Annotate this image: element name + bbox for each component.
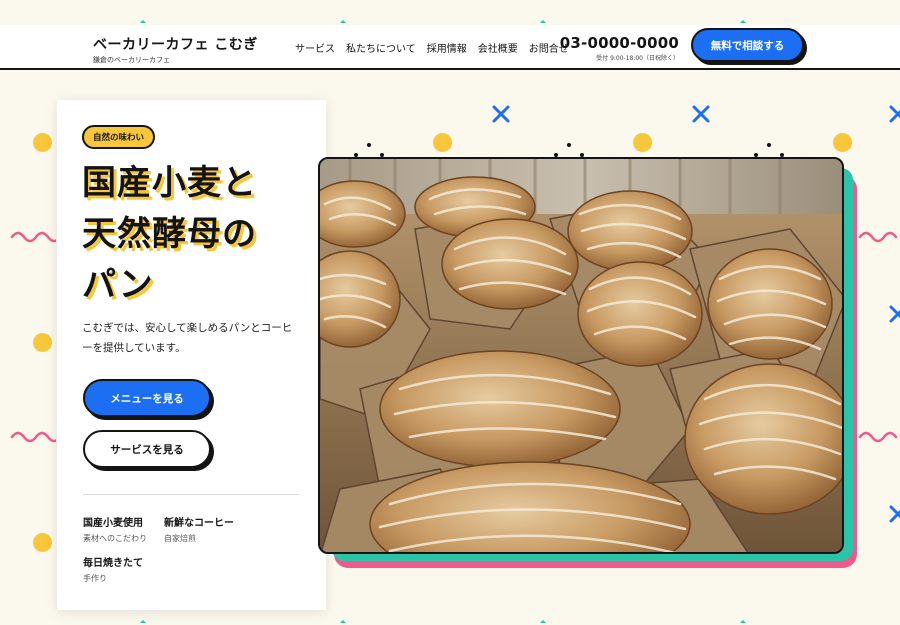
hero-bread-photo	[318, 157, 844, 554]
feature-subtitle: 自家焙煎	[164, 534, 196, 543]
headline-line: 国産小麦と	[82, 163, 257, 203]
wave-icon	[10, 231, 56, 243]
feature-title: 毎日焼きたて	[83, 558, 143, 569]
teal-tick	[340, 620, 346, 623]
card-divider	[83, 494, 299, 495]
nav-item-services[interactable]: サービス	[295, 40, 335, 55]
nav-item-about[interactable]: 私たちについて	[346, 40, 416, 55]
teal-tick	[140, 620, 146, 623]
black-dot	[767, 143, 771, 147]
yellow-dot	[433, 133, 452, 152]
feature-item: 新鮮なコーヒー 自家焙煎	[164, 514, 234, 544]
yellow-dot	[833, 133, 852, 152]
hero-card: 自然の味わい 国産小麦と 天然酵母の パン こむぎでは、安心して楽しめるパンとコ…	[57, 100, 326, 610]
hero-badge: 自然の味わい	[82, 125, 156, 149]
bread-illustration	[320, 159, 842, 552]
cross-icon	[889, 305, 900, 323]
cross-icon	[492, 105, 510, 123]
teal-tick	[340, 20, 346, 23]
feature-title: 新鮮なコーヒー	[164, 518, 234, 529]
headline-line: 天然酵母の	[82, 214, 257, 254]
yellow-dot	[33, 133, 52, 152]
cross-icon	[889, 505, 900, 523]
black-dot	[367, 143, 371, 147]
yellow-dot	[33, 333, 52, 352]
main-nav: サービス 私たちについて 採用情報 会社概要 お問合せ	[295, 40, 569, 55]
wave-icon	[10, 431, 56, 443]
view-menu-button[interactable]: メニューを見る	[83, 379, 211, 417]
feature-item: 国産小麦使用 素材へのこだわり	[83, 514, 147, 544]
phone-contact[interactable]: 03-0000-0000 受付 9:00-18:00（日祝除く）	[559, 34, 679, 62]
headline-line: パン	[82, 265, 154, 305]
wave-icon	[858, 231, 898, 243]
cross-icon	[692, 105, 710, 123]
brand-name: ベーカリーカフェ こむぎ	[93, 37, 258, 53]
cross-icon	[889, 105, 900, 123]
wave-icon	[858, 431, 898, 443]
brand-logo[interactable]: ベーカリーカフェ こむぎ 鎌倉のベーカリーカフェ	[93, 34, 258, 65]
nav-item-company[interactable]: 会社概要	[478, 40, 518, 55]
nav-item-recruit[interactable]: 採用情報	[427, 40, 467, 55]
phone-hours: 受付 9:00-18:00（日祝除く）	[596, 55, 679, 62]
feature-subtitle: 素材へのこだわり	[83, 534, 147, 543]
free-consult-button[interactable]: 無料で相談する	[691, 28, 804, 62]
yellow-dot	[33, 533, 52, 552]
yellow-dot	[633, 133, 652, 152]
phone-number: 03-0000-0000	[559, 34, 679, 52]
teal-tick	[740, 620, 746, 623]
teal-tick	[740, 20, 746, 23]
feature-subtitle: 手作り	[83, 574, 107, 583]
hero-headline: 国産小麦と 天然酵母の パン	[82, 158, 317, 311]
brand-tagline: 鎌倉のベーカリーカフェ	[93, 56, 170, 64]
feature-title: 国産小麦使用	[83, 518, 143, 529]
teal-tick	[140, 20, 146, 23]
black-dot	[567, 143, 571, 147]
view-services-button[interactable]: サービスを見る	[83, 430, 211, 468]
teal-tick	[540, 620, 546, 623]
hero-lead-text: こむぎでは、安心して楽しめるパンとコーヒーを提供しています。	[82, 322, 293, 354]
site-header: ベーカリーカフェ こむぎ 鎌倉のベーカリーカフェ サービス 私たちについて 採用…	[0, 25, 900, 70]
teal-tick	[540, 20, 546, 23]
feature-item: 毎日焼きたて 手作り	[83, 554, 143, 584]
